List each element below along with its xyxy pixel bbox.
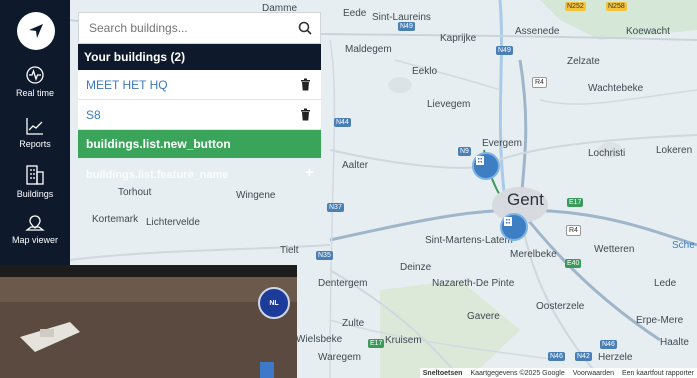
map-label-maldegem: Maldegem <box>345 44 392 55</box>
road-badge: N258 <box>606 2 627 11</box>
building-row[interactable]: MEET HET HQ <box>78 70 321 100</box>
search-icon[interactable] <box>298 21 312 35</box>
map-label-oosterzele: Oosterzele <box>536 301 585 312</box>
report-error-link[interactable]: Een kaartfout rapporter <box>622 370 694 377</box>
map-label-waregem: Waregem <box>318 352 361 363</box>
trash-icon[interactable] <box>300 78 311 91</box>
building-marker[interactable] <box>500 213 528 241</box>
map-label-kaprijke: Kaprijke <box>440 33 477 44</box>
keyboard-shortcuts-link[interactable]: Sneltoetsen <box>423 370 463 377</box>
map-label-nazareth: Nazareth-De Pinte <box>432 278 515 289</box>
feature-name-overlay: buildings.list.feature_name <box>86 169 229 181</box>
plus-icon[interactable]: + <box>305 164 314 181</box>
road-badge: N9 <box>458 147 471 156</box>
map-label-dentergem: Dentergem <box>318 278 368 289</box>
sidebar-item-map-viewer[interactable]: Map viewer <box>0 214 70 245</box>
road-badge: N252 <box>565 2 586 11</box>
preview-toolbar <box>0 265 297 277</box>
building-name[interactable]: MEET HET HQ <box>86 78 168 92</box>
map-label-sint-martens-latem: Sint-Martens-Latem <box>425 235 513 246</box>
road-badge: E17 <box>567 198 584 207</box>
map-label-eede: Eede <box>343 8 367 19</box>
map-label-wachtebeke: Wachtebeke <box>588 83 644 94</box>
road-badge: E17 <box>368 339 385 348</box>
activity-icon <box>26 66 44 84</box>
sidebar-item-real-time[interactable]: Real time <box>0 65 70 98</box>
road-badge: N42 <box>575 352 592 361</box>
road-badge: N35 <box>316 251 333 260</box>
building-icon <box>26 165 44 185</box>
sidebar: Real time Reports Buildings Map viewer <box>0 0 70 265</box>
map-label-zulte: Zulte <box>342 318 365 329</box>
map-label-haalte: Haalte <box>660 337 689 348</box>
map-label-wingene: Wingene <box>236 190 276 201</box>
road-badge: N44 <box>334 118 351 127</box>
road-badge: N49 <box>496 46 513 55</box>
map-label-lichtervelde: Lichtervelde <box>146 217 200 228</box>
buildings-panel: Your buildings (2) MEET HET HQ S8 buildi… <box>78 12 321 158</box>
sidebar-item-label: Map viewer <box>11 235 58 245</box>
map-label-assenede: Assenede <box>515 26 560 37</box>
map-data-text: Kaartgegevens ©2025 Google <box>470 369 565 377</box>
sidebar-item-label: Buildings <box>16 189 54 199</box>
sidebar-item-label: Reports <box>19 139 51 149</box>
trash-icon[interactable] <box>300 108 311 121</box>
road-badge: R4 <box>566 225 581 236</box>
map-icon <box>25 215 45 231</box>
buildings-header: Your buildings (2) <box>78 44 321 70</box>
map-label-gent: Gent <box>507 190 544 209</box>
map-label-merelbeke: Merelbeke <box>510 249 557 260</box>
chart-line-icon <box>26 118 43 135</box>
building-icon <box>504 217 512 226</box>
map-label-gavere: Gavere <box>467 311 500 322</box>
map-label-lievegem: Lievegem <box>427 99 471 110</box>
road-badge: E40 <box>565 259 582 268</box>
map-label-lede: Lede <box>654 278 677 289</box>
map-label-herzele: Herzele <box>598 352 633 363</box>
map-label-koewacht: Koewacht <box>626 26 670 37</box>
map-label-aalter: Aalter <box>342 160 369 171</box>
road-badge: N46 <box>548 352 565 361</box>
eu-nl-badge: NL <box>258 287 290 319</box>
road-badge: R4 <box>532 77 547 88</box>
camera-preview <box>0 265 297 378</box>
search-input[interactable] <box>87 20 298 36</box>
map-label-lokeren: Lokeren <box>656 145 693 156</box>
map-label-evergem: Evergem <box>482 138 523 149</box>
map-label-lochristi: Lochristi <box>588 148 626 159</box>
map-label-erpe-mere: Erpe-Mere <box>636 315 684 326</box>
terms-link[interactable]: Voorwaarden <box>573 370 614 377</box>
map-label-wetteren: Wetteren <box>594 244 635 255</box>
building-name[interactable]: S8 <box>86 108 101 122</box>
map-label-schelde: Sche <box>672 240 695 251</box>
map-label-wielsbeke: Wielsbeke <box>296 334 343 345</box>
map-label-kruisem: Kruisem <box>385 335 422 346</box>
map-label-zelzate: Zelzate <box>567 56 600 67</box>
map-label-torhout: Torhout <box>118 187 152 198</box>
map-label-deinze: Deinze <box>400 262 432 273</box>
road-badge: N49 <box>398 22 415 31</box>
new-building-button[interactable]: buildings.list.new_button <box>78 130 321 158</box>
app-logo[interactable] <box>17 12 55 50</box>
sidebar-item-label: Real time <box>15 88 54 98</box>
building-row[interactable]: S8 <box>78 100 321 130</box>
building-marker[interactable] <box>472 152 500 180</box>
map-label-eeklo: Eeklo <box>412 66 438 77</box>
camera-image <box>0 277 297 378</box>
road-badge: N46 <box>600 340 617 349</box>
sidebar-item-reports[interactable]: Reports <box>0 116 70 149</box>
road-badge: N37 <box>327 203 344 212</box>
search-bar <box>78 12 321 44</box>
sidebar-item-buildings[interactable]: Buildings <box>0 164 70 199</box>
map-label-tielt: Tielt <box>280 245 299 256</box>
building-icon <box>476 156 484 165</box>
map-attribution: Sneltoetsen Kaartgegevens ©2025 Google V… <box>419 368 697 378</box>
navigation-arrow-icon <box>29 24 43 38</box>
map-label-kortemark: Kortemark <box>92 214 139 225</box>
